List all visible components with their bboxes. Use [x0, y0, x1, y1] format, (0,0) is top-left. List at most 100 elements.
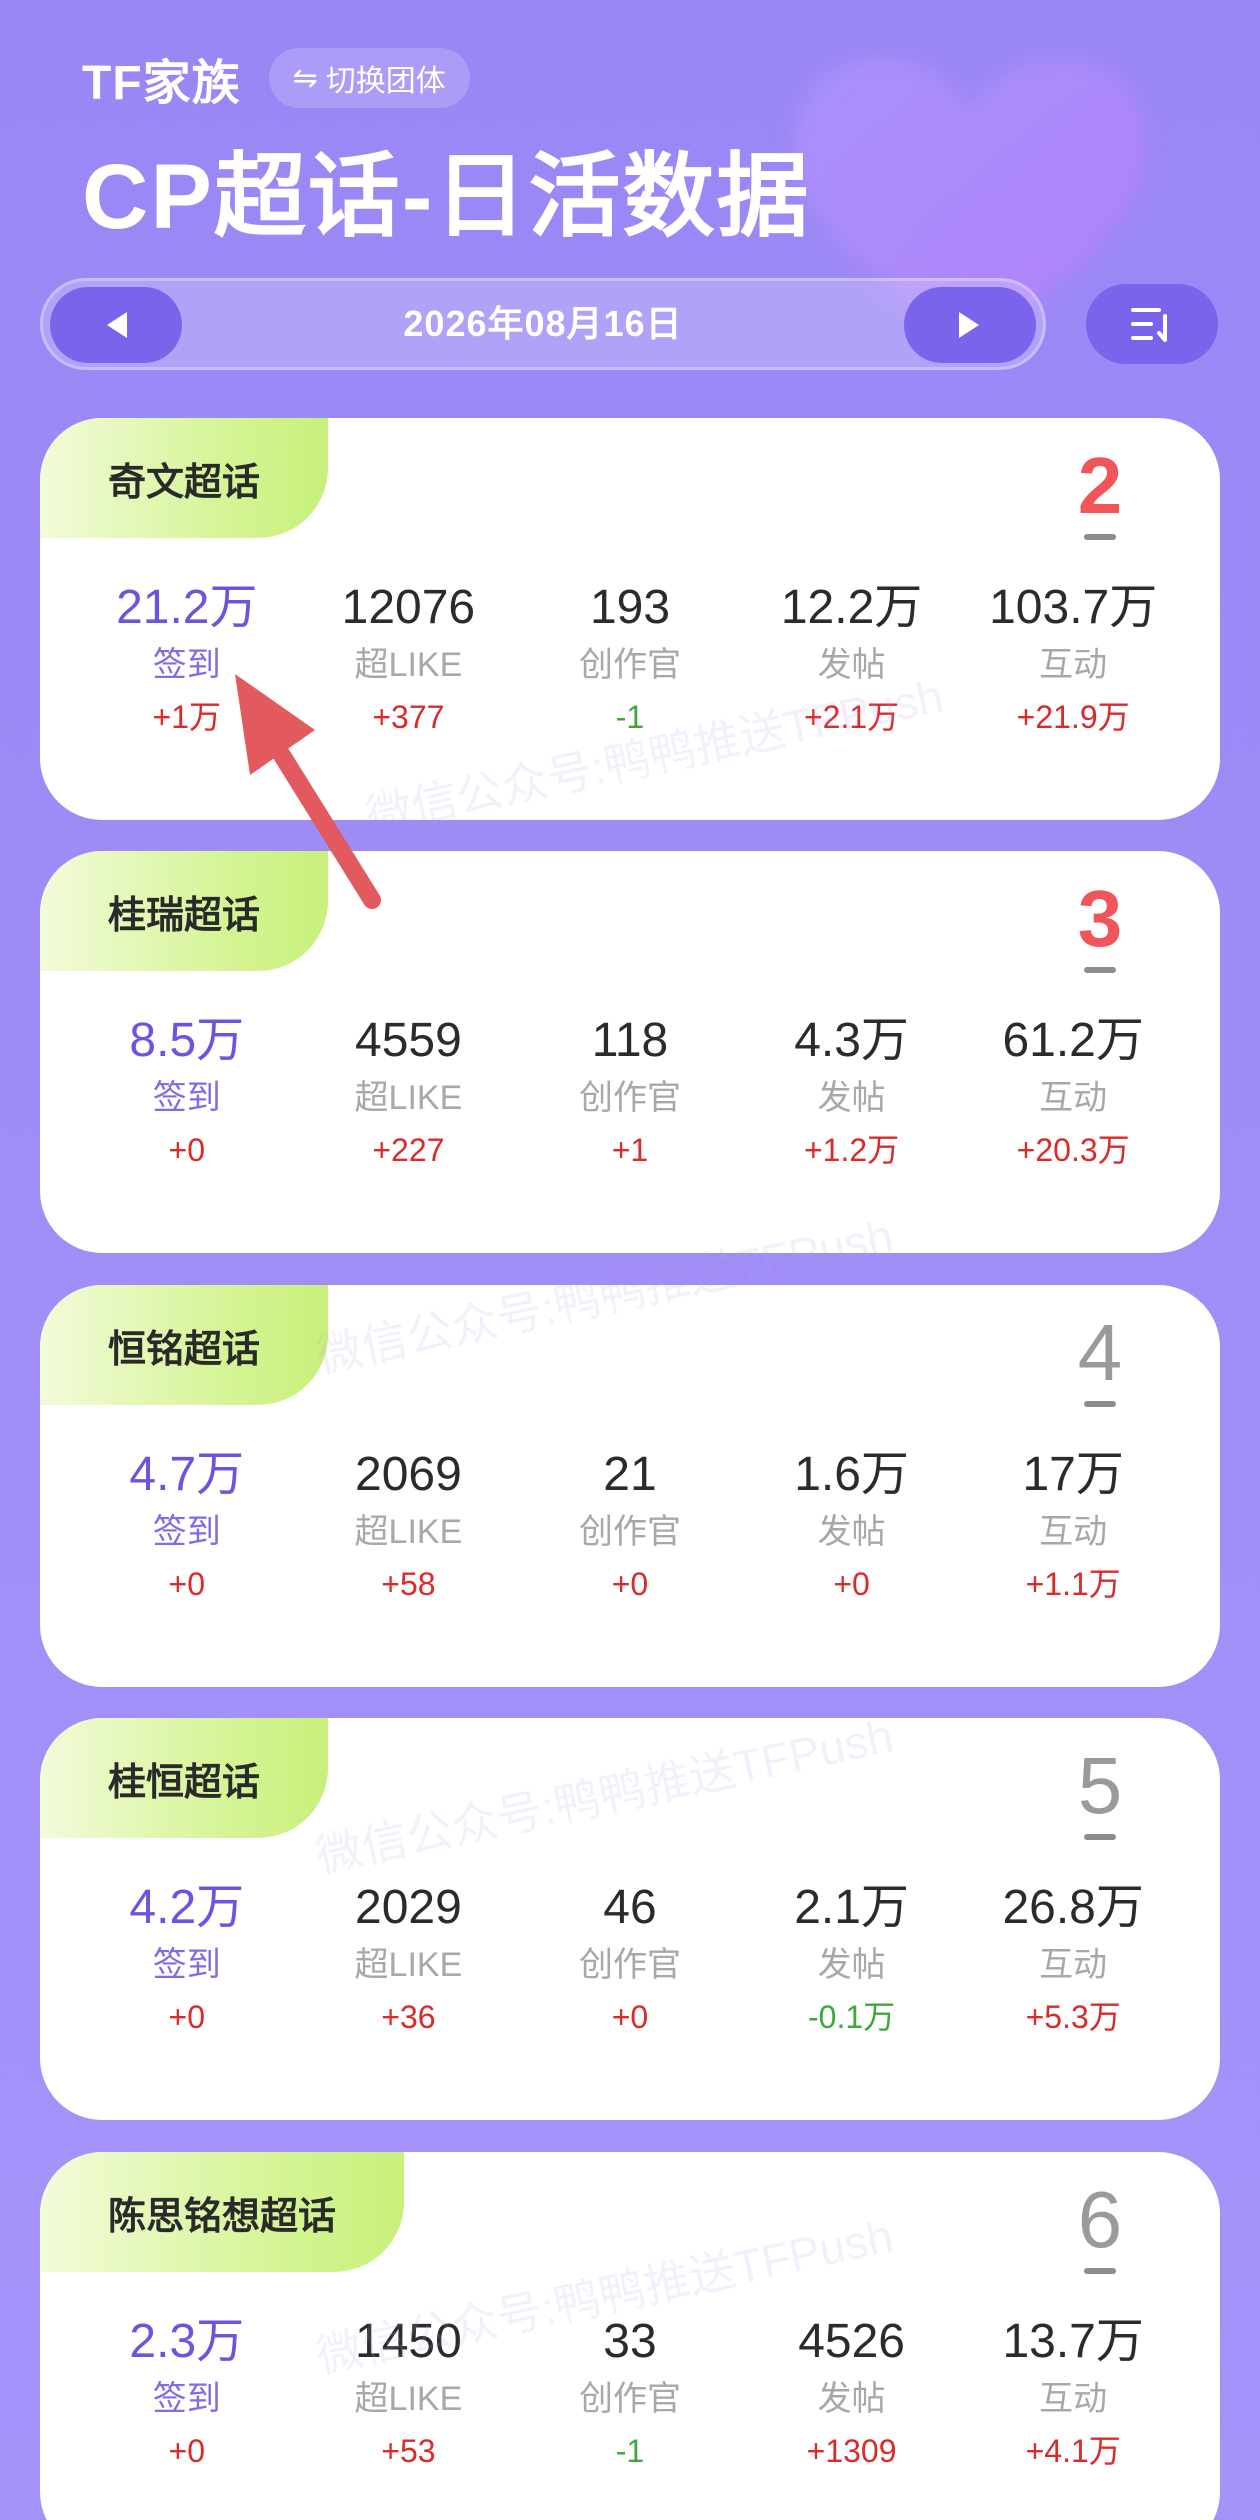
switch-arrows-icon: ⇋: [292, 61, 318, 95]
rank-change-indicator: [1084, 2268, 1116, 2274]
stat-item: 4526 发帖 +1309: [741, 2312, 963, 2476]
next-day-button[interactable]: [904, 287, 1036, 363]
stat-item: 1.6万 发帖 +0: [741, 1445, 963, 1609]
rank-number: 5: [1077, 1741, 1123, 1830]
stat-label: 超LIKE: [354, 2380, 463, 2418]
stat-change: +21.9万: [1016, 699, 1130, 735]
stat-label: 签到: [152, 2380, 221, 2418]
stat-label: 超LIKE: [354, 1946, 463, 1984]
stat-value: 2069: [355, 1448, 462, 1501]
stat-item: 2.1万发帖 -0.1万: [741, 1878, 963, 2042]
stats-row: 4.7万 签到 +0 2069 超LIKE +58 21 创作官 +0 1.6万 发帖 +0 17万 互动…: [76, 1445, 1184, 1609]
stat-value: 103.7万: [989, 581, 1158, 634]
stat-change: +0: [611, 1999, 649, 2035]
stat-item: 193 创作官 -1: [519, 578, 741, 742]
stats-row: 4.2万 签到 +0 2029 超LIKE +36 46 创作官 +0 2.1万 发帖 -0.1万 26…: [76, 1878, 1184, 2042]
topic-card[interactable]: 桂恒超话 5 4.2万 签到 +0 2029 超LIKE +36 46 创作官 +0 2.1万 发帖 -0…: [40, 1718, 1220, 2120]
stat-item: 1450 超LIKE +53: [298, 2312, 520, 2476]
stat-change: -1: [615, 2433, 645, 2469]
stat-value: 26.8万: [1002, 1881, 1144, 1934]
stat-label: 互动: [1039, 2380, 1108, 2418]
stat-value: 4559: [355, 1014, 462, 1067]
stat-label: 创作官: [578, 1079, 681, 1117]
topic-name-tag: 桂恒超话: [40, 1718, 329, 1838]
stat-change: +0: [168, 1566, 206, 1602]
switch-group-button[interactable]: ⇋ 切换团体: [268, 48, 470, 108]
sort-list-icon: [1131, 308, 1167, 342]
stat-item: 103.7万 互动 +21.9万: [962, 578, 1184, 742]
date-label: 2026年08月16日: [403, 303, 683, 344]
stat-value: 17万: [1022, 1448, 1124, 1501]
rank-change-indicator: [1084, 534, 1116, 540]
topic-card[interactable]: 陈思铭想超话 6 2.3万 签到 +0 1450 超LIKE +53 33 创作官 -1 4526 发帖…: [40, 2152, 1220, 2520]
stat-item: 17万互动 +1.1万: [962, 1445, 1184, 1609]
stat-item: 4.7万 签到 +0: [76, 1445, 298, 1609]
stat-value: 4.2万: [129, 1881, 245, 1934]
previous-day-button[interactable]: [50, 287, 182, 363]
date-bar: 2026年08月16日: [40, 278, 1046, 370]
stat-item: 2.3万 签到 +0: [76, 2312, 298, 2476]
stat-label: 发帖: [817, 2380, 886, 2418]
stat-item: 26.8万 互动 +5.3万: [962, 1878, 1184, 2042]
rank-number: 2: [1077, 441, 1123, 530]
stat-item: 2029 超LIKE +36: [298, 1878, 520, 2042]
topic-name-tag: 陈思铭想超话: [40, 2152, 405, 2272]
annotation-arrow-icon: [235, 674, 381, 909]
stat-change: +1.1万: [1025, 1566, 1121, 1602]
stat-value: 4.7万: [129, 1448, 245, 1501]
rank-change-indicator: [1084, 1834, 1116, 1840]
stat-label: 互动: [1039, 1079, 1108, 1117]
stat-change: +2.1万: [803, 699, 900, 735]
stat-change: +53: [381, 2433, 436, 2469]
stat-change: +1: [611, 1132, 649, 1168]
switch-group-label: 切换团体: [325, 65, 446, 98]
stat-value: 33: [603, 2315, 657, 2368]
triangle-right-icon: [959, 312, 979, 338]
stats-row: 2.3万 签到 +0 1450 超LIKE +53 33 创作官 -1 4526 发帖 +1309 13…: [76, 2312, 1184, 2476]
stat-value: 61.2万: [1002, 1014, 1144, 1067]
page-header: TF家族 ⇋ 切换团体 CP超话-日活数据: [82, 48, 1220, 255]
topic-card[interactable]: 奇文超话 2 21.2万 签到 +1万 12076 超LIKE +377 193 创作官 -1 12.…: [40, 418, 1220, 820]
stat-label: 创作官: [578, 646, 681, 684]
stat-value: 4.3万: [794, 1014, 909, 1067]
stat-label: 签到: [152, 1946, 221, 1984]
stat-item: 4559 超LIKE +227: [298, 1011, 520, 1175]
stat-value: 1450: [355, 2315, 462, 2368]
stat-change: +0: [611, 1566, 649, 1602]
topic-name-tag: 恒铭超话: [40, 1285, 329, 1405]
stat-item: 4.2万 签到 +0: [76, 1878, 298, 2042]
rank-change-indicator: [1084, 967, 1116, 973]
stat-value: 193: [589, 581, 671, 634]
stat-item: 33 创作官 -1: [519, 2312, 741, 2476]
stat-value: 4526: [798, 2315, 905, 2368]
rank-number: 4: [1077, 1308, 1123, 1397]
stat-value: 12.2万: [780, 581, 923, 634]
stat-item: 21 创作官 +0: [519, 1445, 741, 1609]
triangle-left-icon: [107, 312, 127, 338]
stat-value: 2.1万: [794, 1881, 909, 1934]
rank-change-indicator: [1084, 1401, 1116, 1407]
stat-value: 21.2万: [116, 581, 258, 634]
stat-value: 12076: [341, 581, 476, 634]
topic-card[interactable]: 桂瑞超话 3 8.5万 签到 +0 4559 超LIKE +227 118 创作官 +1 4.3万 发帖…: [40, 851, 1220, 1253]
stat-item: 2069 超LIKE +58: [298, 1445, 520, 1609]
topic-card[interactable]: 恒铭超话 4 4.7万 签到 +0 2069 超LIKE +58 21 创作官 +0 1.6万 发帖 +0…: [40, 1285, 1220, 1687]
stat-change: +0: [833, 1566, 870, 1602]
stat-item: 46 创作官 +0: [519, 1878, 741, 2042]
stat-label: 创作官: [578, 1946, 681, 1984]
stat-item: 12.2万 发帖 +2.1万: [741, 578, 963, 742]
page-title: CP超话-日活数据: [82, 146, 811, 248]
stat-label: 互动: [1039, 1513, 1108, 1551]
rank-number: 3: [1077, 874, 1123, 963]
stat-change: +20.3万: [1016, 1132, 1130, 1168]
stat-change: -0.1万: [808, 1999, 896, 2035]
stat-label: 发帖: [817, 1079, 886, 1117]
sort-button[interactable]: [1086, 284, 1218, 364]
stat-label: 发帖: [817, 1946, 886, 1984]
stat-change: +227: [372, 1132, 445, 1168]
stat-label: 创作官: [578, 2380, 681, 2418]
stat-value: 8.5万: [129, 1014, 245, 1067]
stat-change: -1: [615, 699, 645, 735]
stat-change: +0: [168, 2433, 206, 2469]
stat-change: +36: [381, 1999, 436, 2035]
